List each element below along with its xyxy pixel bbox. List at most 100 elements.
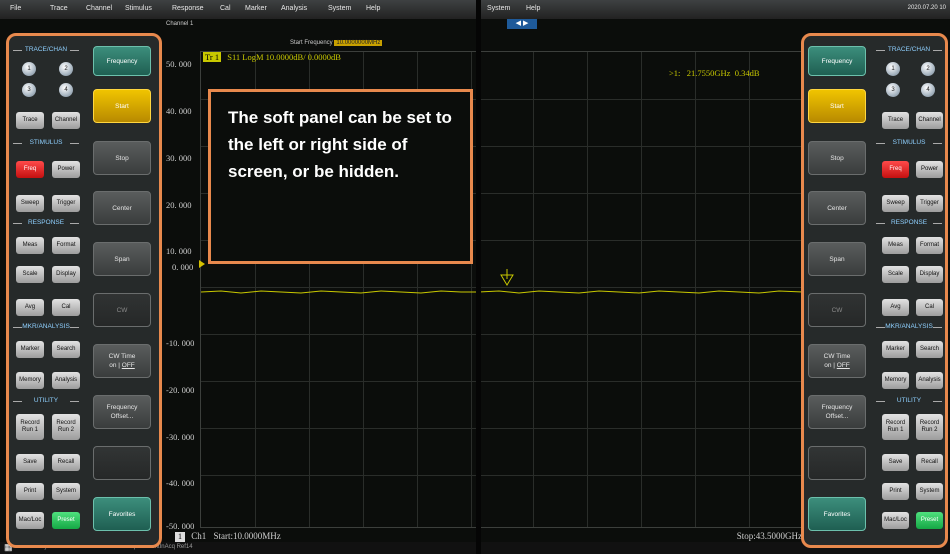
- channel-1-button[interactable]: 1: [886, 62, 900, 76]
- freq-key[interactable]: Freq: [882, 161, 909, 178]
- channel-2-button[interactable]: 2: [59, 62, 73, 76]
- softkey-center[interactable]: Center: [93, 191, 151, 225]
- softkey-span[interactable]: Span: [93, 242, 151, 276]
- softkey-start[interactable]: Start: [93, 89, 151, 123]
- record-run1-key[interactable]: Record Run 1: [882, 414, 909, 440]
- softkey-stop[interactable]: Stop: [93, 141, 151, 175]
- softkey-center[interactable]: Center: [808, 191, 866, 225]
- channel-key[interactable]: Channel: [916, 112, 943, 129]
- softkey-span[interactable]: Span: [808, 242, 866, 276]
- format-key[interactable]: Format: [916, 237, 943, 254]
- avg-key[interactable]: Avg: [16, 299, 44, 316]
- record-run2-key[interactable]: Record Run 2: [916, 414, 943, 440]
- recall-key[interactable]: Recall: [52, 454, 80, 471]
- marker-key[interactable]: Marker: [16, 341, 44, 358]
- menu-file[interactable]: File: [10, 5, 21, 12]
- softkey-empty[interactable]: [808, 446, 866, 480]
- menu-trace[interactable]: Trace: [50, 5, 68, 12]
- save-key[interactable]: Save: [882, 454, 909, 471]
- channel-4-button[interactable]: 4: [921, 83, 935, 97]
- preset-key[interactable]: Preset: [916, 512, 943, 529]
- start-frequency-readout[interactable]: Start Frequency 10.0000000MHz: [290, 40, 383, 46]
- meas-key[interactable]: Meas: [882, 237, 909, 254]
- preset-key[interactable]: Preset: [52, 512, 80, 529]
- softkey-frequency-offset[interactable]: Frequency Offset...: [93, 395, 151, 429]
- bottom-stop[interactable]: Stop:43.5000GHz: [737, 531, 802, 541]
- marker-key[interactable]: Marker: [882, 341, 909, 358]
- menu-analysis[interactable]: Analysis: [281, 5, 307, 12]
- analysis-key[interactable]: Analysis: [916, 372, 943, 389]
- system-key[interactable]: System: [52, 483, 80, 500]
- channel-2-button[interactable]: 2: [921, 62, 935, 76]
- search-key[interactable]: Search: [916, 341, 943, 358]
- menu-channel[interactable]: Channel: [86, 5, 112, 12]
- menu-cal[interactable]: Cal: [220, 5, 231, 12]
- memory-key[interactable]: Memory: [882, 372, 909, 389]
- cal-key[interactable]: Cal: [916, 299, 943, 316]
- softkey-stop[interactable]: Stop: [808, 141, 866, 175]
- menu-response[interactable]: Response: [172, 5, 204, 12]
- softkey-frequency-title[interactable]: Frequency: [93, 46, 151, 76]
- channel-3-button[interactable]: 3: [22, 83, 36, 97]
- menu-marker[interactable]: Marker: [245, 5, 267, 12]
- channel-icon[interactable]: 1: [175, 532, 185, 542]
- save-key[interactable]: Save: [16, 454, 44, 471]
- softkey-empty[interactable]: [93, 446, 151, 480]
- sweep-key[interactable]: Sweep: [16, 195, 44, 212]
- marker-1-icon[interactable]: [500, 269, 514, 287]
- mac-loc-key[interactable]: Mac/Loc: [16, 512, 44, 529]
- trigger-key[interactable]: Trigger: [916, 195, 943, 212]
- menu-help[interactable]: Help: [526, 5, 540, 12]
- reference-level-marker[interactable]: [199, 260, 205, 268]
- record-run2-key[interactable]: Record Run 2: [52, 414, 80, 440]
- freq-key[interactable]: Freq: [16, 161, 44, 178]
- scale-key[interactable]: Scale: [16, 266, 44, 283]
- analysis-key[interactable]: Analysis: [52, 372, 80, 389]
- softkey-favorites[interactable]: Favorites: [808, 497, 866, 531]
- recall-key[interactable]: Recall: [916, 454, 943, 471]
- scale-key[interactable]: Scale: [882, 266, 909, 283]
- power-key[interactable]: Power: [916, 161, 943, 178]
- sweep-key[interactable]: Sweep: [882, 195, 909, 212]
- memory-key[interactable]: Memory: [16, 372, 44, 389]
- avg-key[interactable]: Avg: [882, 299, 909, 316]
- trace-plot-area-right[interactable]: [481, 51, 803, 528]
- softkey-favorites[interactable]: Favorites: [93, 497, 151, 531]
- softkey-cw[interactable]: CW: [808, 293, 866, 327]
- menu-stimulus[interactable]: Stimulus: [125, 5, 152, 12]
- meas-key[interactable]: Meas: [16, 237, 44, 254]
- record-run1-key[interactable]: Record Run 1: [16, 414, 44, 440]
- search-key[interactable]: Search: [52, 341, 80, 358]
- menu-system[interactable]: System: [328, 5, 351, 12]
- softkey-cw-time[interactable]: CW Time on | OFF: [808, 344, 866, 378]
- channel-1-button[interactable]: 1: [22, 62, 36, 76]
- softkey-frequency-offset[interactable]: Frequency Offset...: [808, 395, 866, 429]
- display-key[interactable]: Display: [52, 266, 80, 283]
- menu-system[interactable]: System: [487, 5, 510, 12]
- mac-loc-key[interactable]: Mac/Loc: [882, 512, 909, 529]
- softkey-cw-time[interactable]: CW Time on | OFF: [93, 344, 151, 378]
- power-key[interactable]: Power: [52, 161, 80, 178]
- trace-key[interactable]: Trace: [882, 112, 909, 129]
- display-key[interactable]: Display: [916, 266, 943, 283]
- trace-status-bar[interactable]: Tr 1 S11 LogM 10.0000dB/ 0.0000dB: [203, 52, 341, 62]
- format-key[interactable]: Format: [52, 237, 80, 254]
- channel-key[interactable]: Channel: [52, 112, 80, 129]
- softkey-frequency-title[interactable]: Frequency: [808, 46, 866, 76]
- start-frequency-value[interactable]: 10.0000000MHz: [334, 40, 383, 46]
- cal-key[interactable]: Cal: [52, 299, 80, 316]
- print-key[interactable]: Print: [16, 483, 44, 500]
- trace-key[interactable]: Trace: [16, 112, 44, 129]
- scroll-arrows[interactable]: ◀ ▶: [507, 19, 537, 29]
- print-key[interactable]: Print: [882, 483, 909, 500]
- trigger-key[interactable]: Trigger: [52, 195, 80, 212]
- softkey-cw[interactable]: CW: [93, 293, 151, 327]
- channel-3-button[interactable]: 3: [886, 83, 900, 97]
- y-tick-label: 50. 000: [166, 59, 192, 69]
- system-key[interactable]: System: [916, 483, 943, 500]
- bottom-start[interactable]: Start:10.0000MHz: [214, 531, 281, 541]
- softkey-start[interactable]: Start: [808, 89, 866, 123]
- menu-help[interactable]: Help: [366, 5, 380, 12]
- trace-tag[interactable]: Tr 1: [203, 52, 222, 62]
- channel-4-button[interactable]: 4: [59, 83, 73, 97]
